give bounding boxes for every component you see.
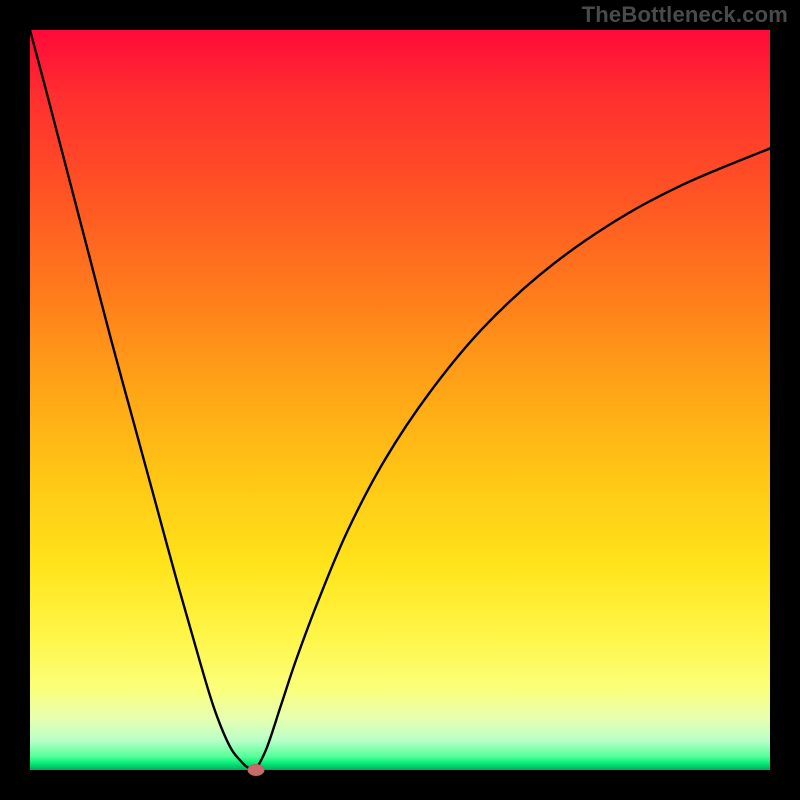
- watermark-text: TheBottleneck.com: [582, 2, 788, 28]
- curve-layer: [30, 30, 770, 770]
- plot-area: [30, 30, 770, 770]
- chart-frame: TheBottleneck.com: [0, 0, 800, 800]
- bottleneck-curve: [30, 30, 770, 770]
- minimum-marker: [247, 764, 264, 776]
